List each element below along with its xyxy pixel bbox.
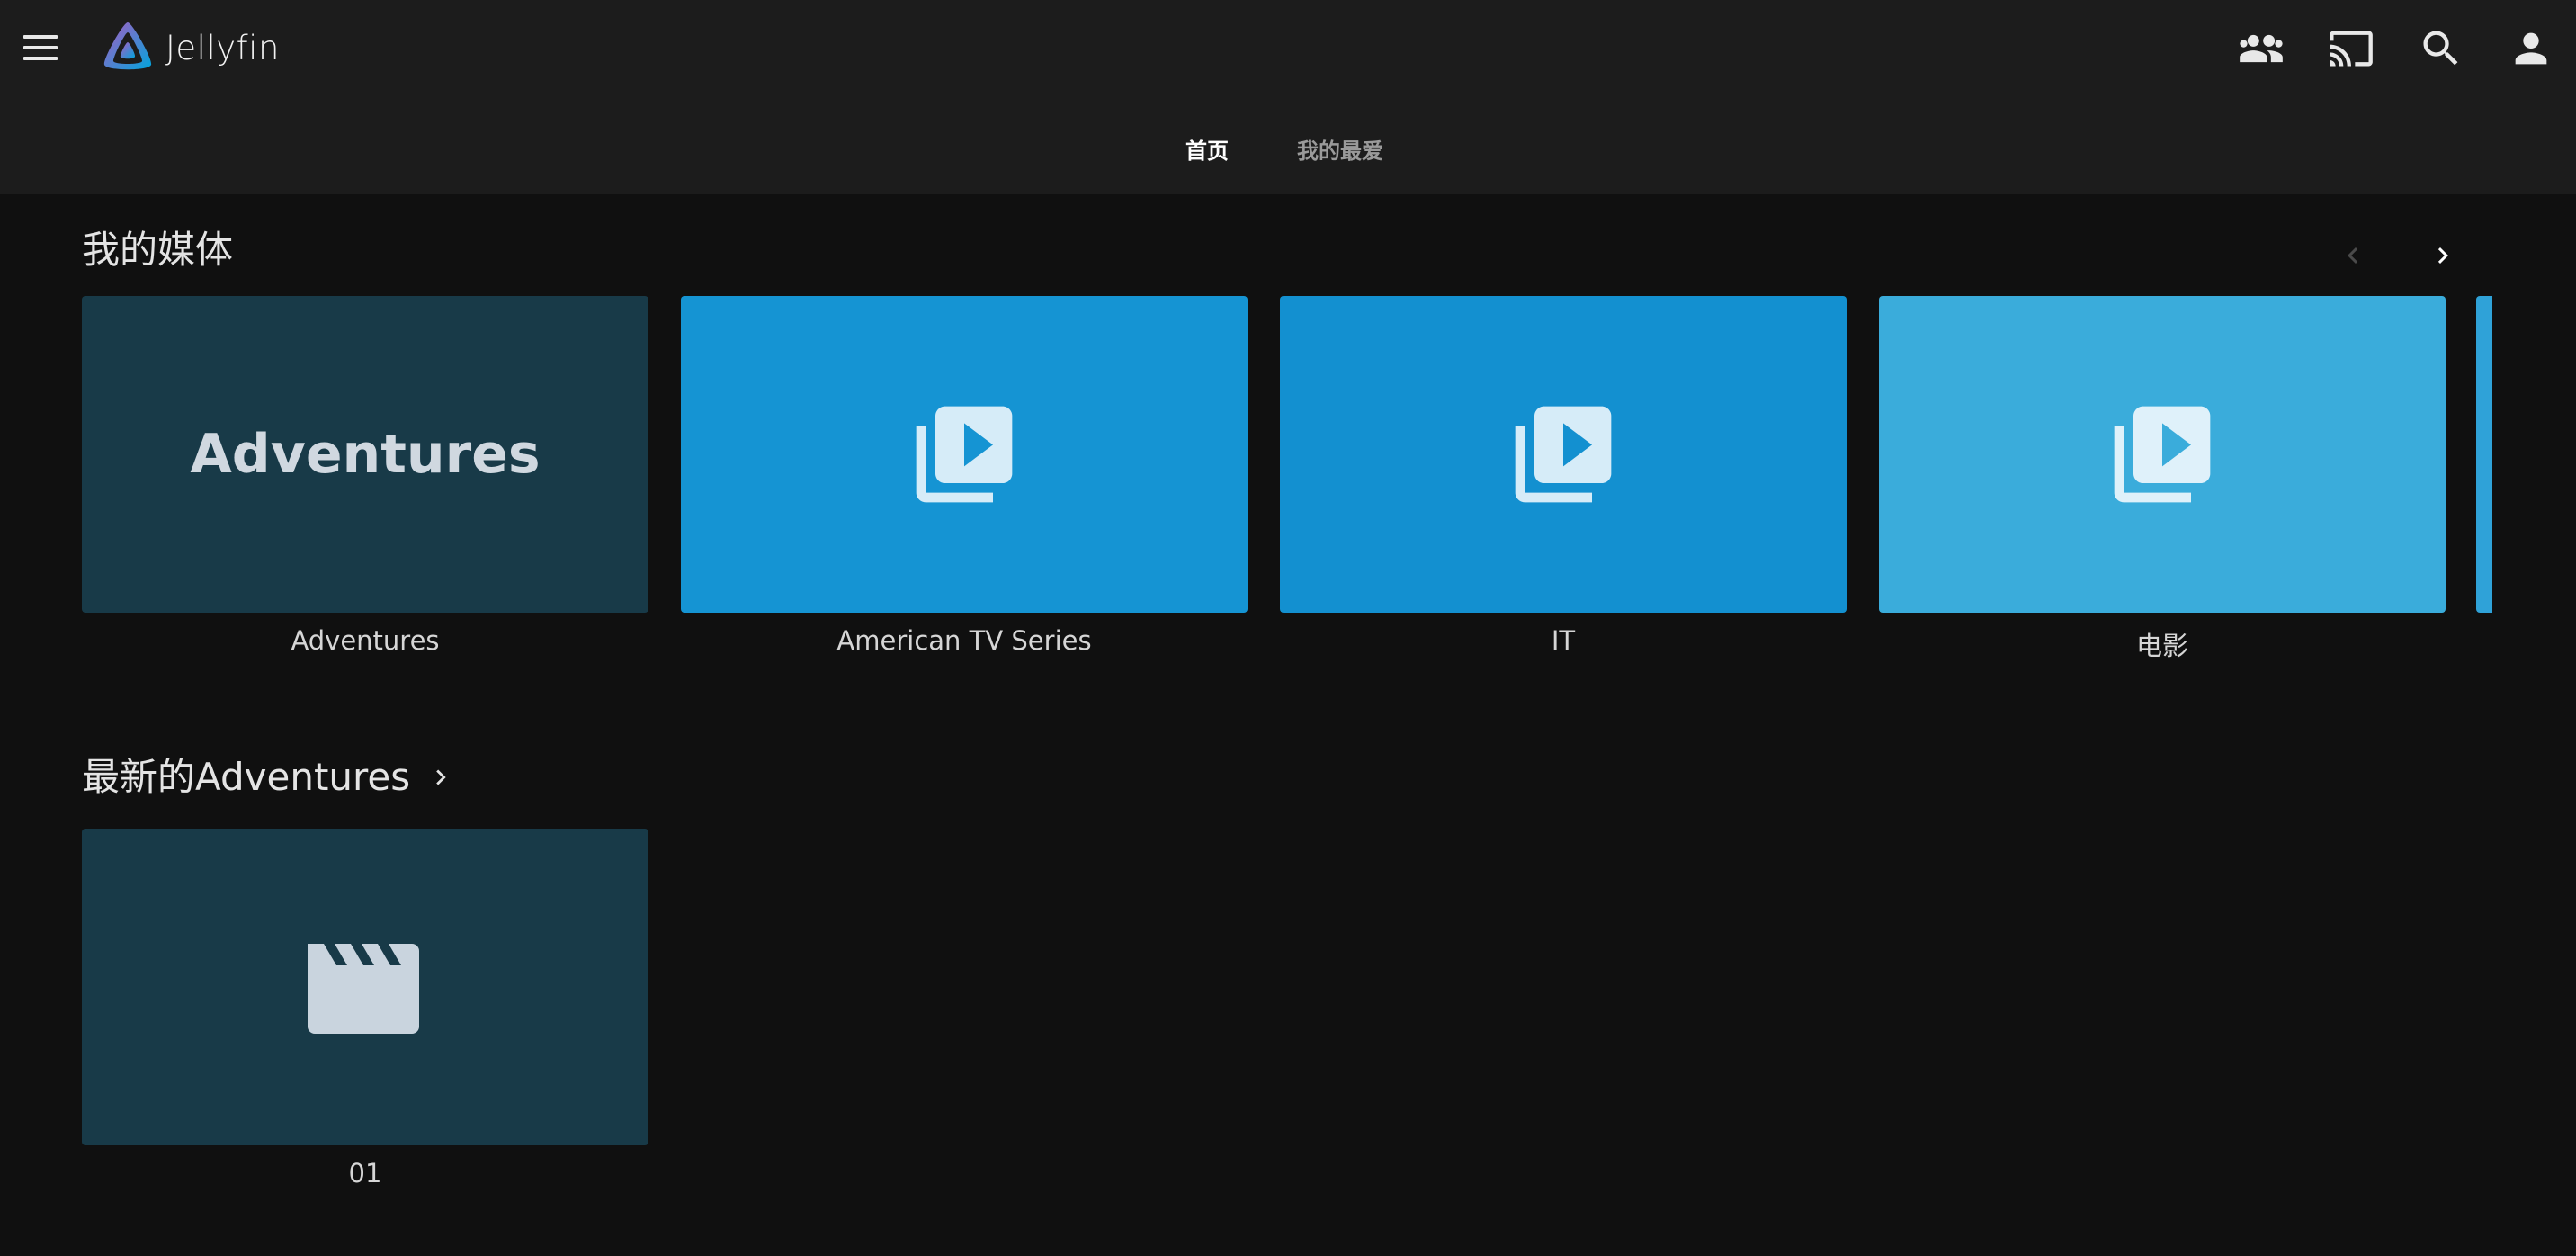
menu-icon[interactable] — [20, 30, 63, 66]
library-label[interactable]: Adventures — [82, 625, 648, 656]
users-icon[interactable] — [1184, 20, 1241, 77]
tab-home[interactable]: 首页 — [1185, 133, 1229, 165]
movie-clapper-icon — [308, 944, 419, 1034]
video-library-icon — [916, 406, 1013, 503]
user-icon[interactable] — [2502, 20, 2560, 77]
latest-title-text: 最新的Adventures — [82, 755, 411, 799]
latest-section-title[interactable]: 最新的Adventures — [82, 747, 456, 802]
tab-favorites[interactable]: 我的最爱 — [1297, 133, 1383, 165]
my-media-title: 我的媒体 — [82, 228, 234, 272]
users-icon[interactable] — [2232, 20, 2290, 77]
chevron-right-icon — [436, 769, 447, 785]
latest-item-label[interactable]: 01 — [82, 1158, 648, 1189]
library-card-adventures[interactable]: Adventures — [82, 296, 648, 613]
library-card-it[interactable] — [1280, 296, 1847, 613]
search-icon[interactable] — [2412, 20, 2470, 77]
library-label[interactable]: IT — [1280, 625, 1847, 656]
scroll-right-icon[interactable] — [2416, 229, 2470, 283]
scroll-left-icon[interactable] — [2326, 229, 2380, 283]
app-title: Jellyfin — [165, 28, 280, 67]
tab-bar: 首页 我的最爱 — [0, 126, 2576, 171]
library-card-american-tv-series[interactable] — [681, 296, 1248, 613]
library-label[interactable]: 电影 — [1879, 625, 2446, 663]
app-logo[interactable]: Jellyfin — [99, 18, 280, 77]
cast-icon[interactable] — [2322, 20, 2380, 77]
video-library-icon — [1515, 406, 1612, 503]
library-card-partial[interactable] — [2476, 296, 2492, 613]
card-title-text: Adventures — [190, 423, 541, 486]
jellyfin-logo-icon — [103, 22, 152, 70]
latest-item-card[interactable] — [82, 829, 648, 1145]
library-label[interactable]: American TV Series — [681, 625, 1248, 656]
app-header: Jellyfin 首页 我的最爱 — [0, 0, 2576, 194]
library-card-movies[interactable] — [1879, 296, 2446, 613]
video-library-icon — [2114, 406, 2211, 503]
